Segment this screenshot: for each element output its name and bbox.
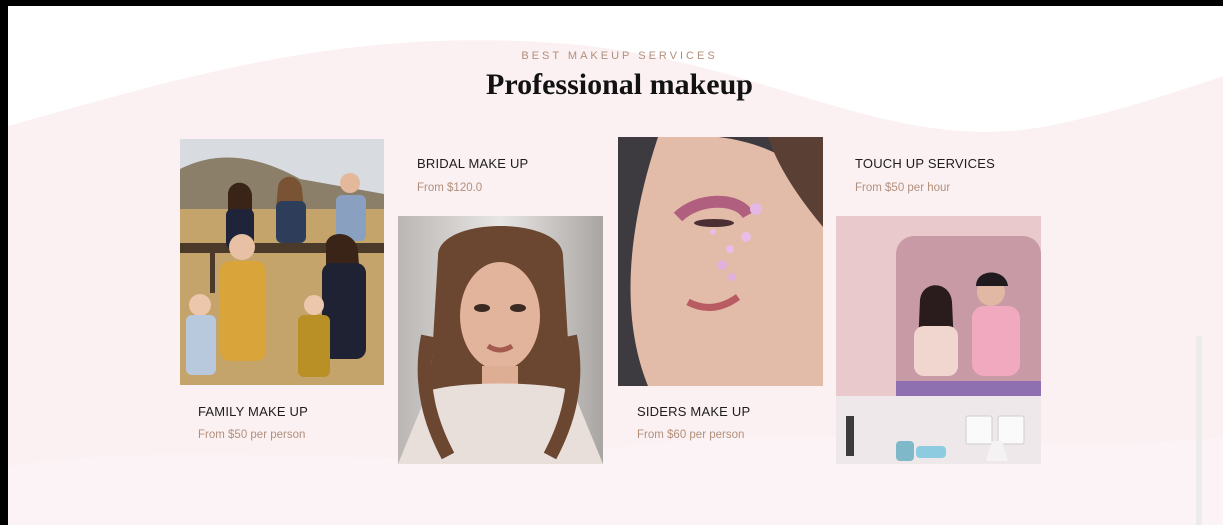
service-price-family: From $50 per person — [198, 429, 306, 441]
service-title-siders[interactable]: SIDERS MAKE UP — [637, 404, 750, 419]
bride-photo[interactable] — [398, 216, 603, 464]
family-photo[interactable] — [180, 139, 384, 385]
service-price-siders: From $60 per person — [637, 429, 745, 441]
service-title-family[interactable]: FAMILY MAKE UP — [198, 404, 308, 419]
service-price-touch-up: From $50 per hour — [855, 182, 951, 194]
floral-face-makeup-photo[interactable] — [618, 137, 823, 386]
service-title-bridal[interactable]: BRIDAL MAKE UP — [417, 156, 528, 171]
page-frame: BEST MAKEUP SERVICES Professional makeup — [0, 0, 1223, 525]
section-title: Professional makeup — [486, 68, 753, 101]
side-divider — [1196, 336, 1202, 525]
service-title-touch-up[interactable]: TOUCH UP SERVICES — [855, 156, 995, 171]
section-eyebrow: BEST MAKEUP SERVICES — [521, 50, 718, 62]
makeup-artist-photo[interactable] — [836, 216, 1041, 464]
service-price-bridal: From $120.0 — [417, 182, 483, 194]
